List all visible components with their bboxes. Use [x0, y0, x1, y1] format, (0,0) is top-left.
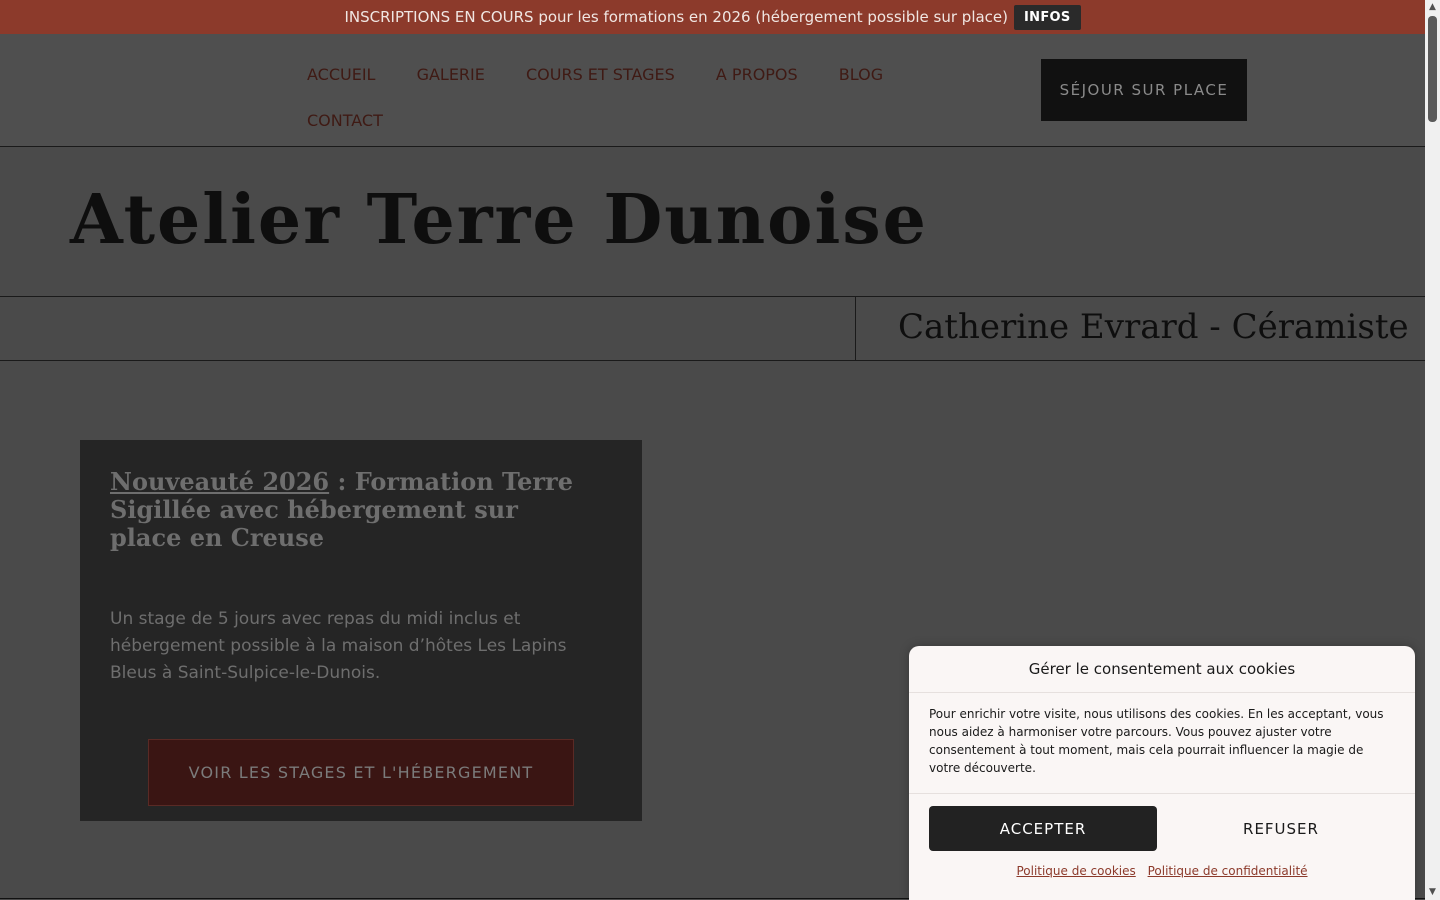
main-nav: ACCUEIL GALERIE COURS ET STAGES A PROPOS… [307, 52, 947, 144]
news-card: Nouveauté 2026 : Formation Terre Sigillé… [80, 440, 642, 821]
cookie-consent-dialog: Gérer le consentement aux cookies Pour e… [909, 646, 1415, 900]
nav-item-cours-et-stages[interactable]: COURS ET STAGES [526, 52, 675, 98]
nav-item-accueil[interactable]: ACCUEIL [307, 52, 375, 98]
band-divider [855, 297, 856, 360]
subtitle-band: Catherine Evrard - Céramiste [0, 296, 1425, 361]
page-scrollbar[interactable]: ▲ ▼ [1425, 0, 1440, 900]
announcement-bar: INSCRIPTIONS EN COURS pour les formation… [0, 0, 1425, 34]
cookie-text: Pour enrichir votre visite, nous utiliso… [909, 693, 1415, 794]
news-title-link[interactable]: Nouveauté 2026 [110, 467, 329, 496]
voir-stages-button[interactable]: VOIR LES STAGES ET L'HÉBERGEMENT [148, 739, 574, 806]
triangle-up-icon[interactable]: ▲ [1425, 0, 1440, 15]
announcement-text: INSCRIPTIONS EN COURS pour les formation… [344, 8, 1009, 26]
sejour-sur-place-button[interactable]: SÉJOUR SUR PLACE [1041, 59, 1247, 121]
nav-item-blog[interactable]: BLOG [839, 52, 883, 98]
news-description: Un stage de 5 jours avec repas du midi i… [110, 609, 567, 683]
cookie-policy-link[interactable]: Politique de cookies [1016, 864, 1135, 878]
refuse-button[interactable]: REFUSER [1167, 806, 1395, 851]
nav-item-a-propos[interactable]: A PROPOS [716, 52, 798, 98]
site-title: Atelier Terre Dunoise [70, 180, 928, 260]
site-subtitle: Catherine Evrard - Céramiste [898, 307, 1409, 347]
site-header: ACCUEIL GALERIE COURS ET STAGES A PROPOS… [0, 34, 1425, 147]
cookie-title: Gérer le consentement aux cookies [909, 646, 1415, 693]
accept-button[interactable]: ACCEPTER [929, 806, 1157, 851]
scrollbar-thumb[interactable] [1428, 16, 1437, 122]
triangle-down-icon[interactable]: ▼ [1425, 885, 1440, 900]
infos-button[interactable]: INFOS [1014, 4, 1081, 30]
privacy-policy-link[interactable]: Politique de confidentialité [1148, 864, 1308, 878]
nav-item-contact[interactable]: CONTACT [307, 98, 383, 144]
cookie-links: Politique de cookies Politique de confid… [909, 864, 1415, 878]
nav-item-galerie[interactable]: GALERIE [417, 52, 485, 98]
news-title: Nouveauté 2026 : Formation Terre Sigillé… [110, 468, 590, 552]
